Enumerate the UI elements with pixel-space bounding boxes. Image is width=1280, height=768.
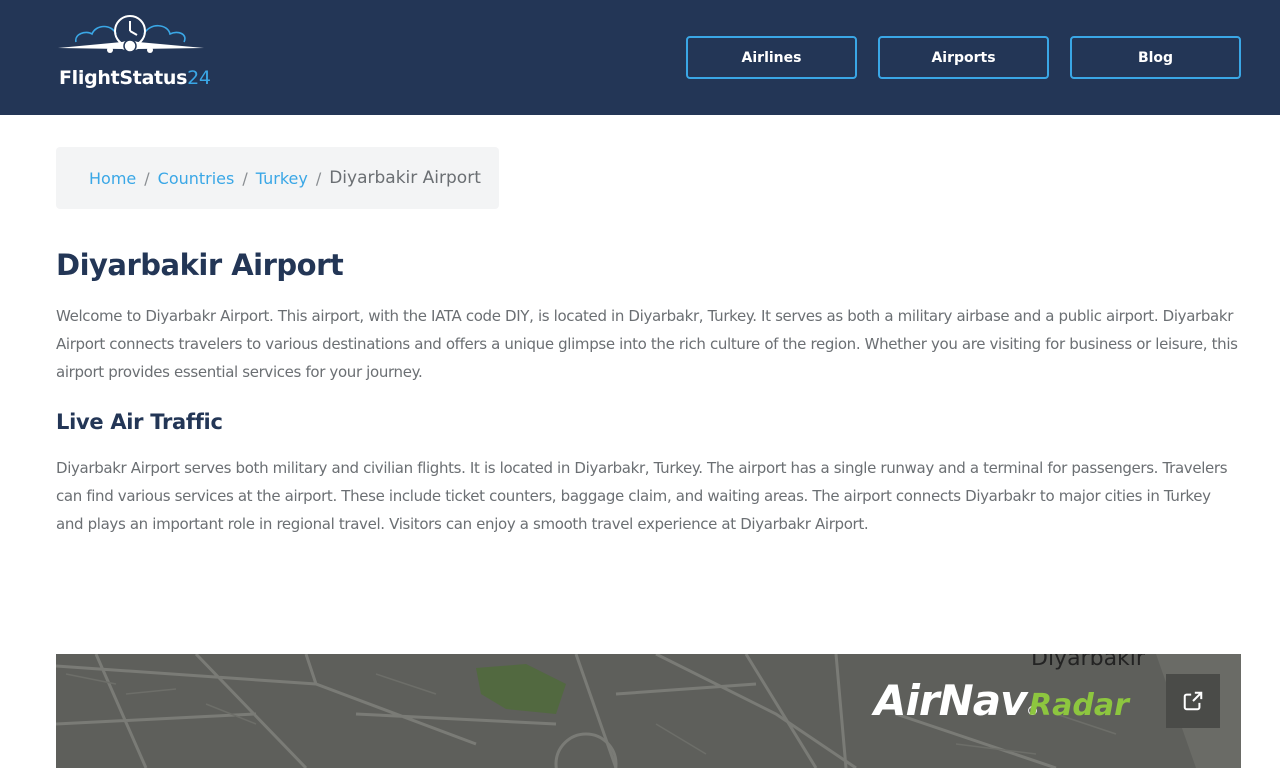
nav-blog-button[interactable]: Blog xyxy=(1070,36,1241,79)
logo-name: FlightStatus xyxy=(59,67,188,89)
airnav-radar-label: Radar xyxy=(1029,688,1129,723)
logo-accent: 24 xyxy=(187,67,211,89)
breadcrumb: Home / Countries / Turkey / Diyarbakir A… xyxy=(56,147,499,209)
nav-airports-button[interactable]: Airports xyxy=(878,36,1049,79)
breadcrumb-turkey-link[interactable]: Turkey xyxy=(256,169,308,188)
breadcrumb-home-link[interactable]: Home xyxy=(89,169,136,188)
breadcrumb-current: Diyarbakir Airport xyxy=(329,168,481,188)
live-traffic-map[interactable]: Diyarbakir AirNav® Radar xyxy=(56,654,1241,768)
external-link-icon xyxy=(1183,691,1203,711)
section-title-live-air-traffic: Live Air Traffic xyxy=(56,410,223,434)
breadcrumb-separator: / xyxy=(315,168,322,188)
nav-airlines-button[interactable]: Airlines xyxy=(686,36,857,79)
breadcrumb-separator: / xyxy=(144,168,150,188)
site-logo[interactable]: FlightStatus24 xyxy=(56,12,211,96)
map-city-label: Diyarbakir xyxy=(1031,654,1145,671)
airplane-clock-logo-icon xyxy=(58,15,204,53)
page-title: Diyarbakir Airport xyxy=(56,248,344,282)
intro-paragraph: Welcome to Diyarbakr Airport. This airpo… xyxy=(56,307,1238,381)
site-header: FlightStatus24 Airlines Airports Blog xyxy=(0,0,1280,115)
open-external-map-button[interactable] xyxy=(1166,674,1220,728)
breadcrumb-countries-link[interactable]: Countries xyxy=(158,169,235,188)
brand-name: AirNav xyxy=(874,676,1027,725)
logo-wordmark: FlightStatus24 xyxy=(59,67,211,89)
airnav-brand-logo: AirNav® xyxy=(874,676,1038,725)
breadcrumb-separator: / xyxy=(242,168,248,188)
live-traffic-paragraph: Diyarbakr Airport serves both military a… xyxy=(56,459,1228,533)
